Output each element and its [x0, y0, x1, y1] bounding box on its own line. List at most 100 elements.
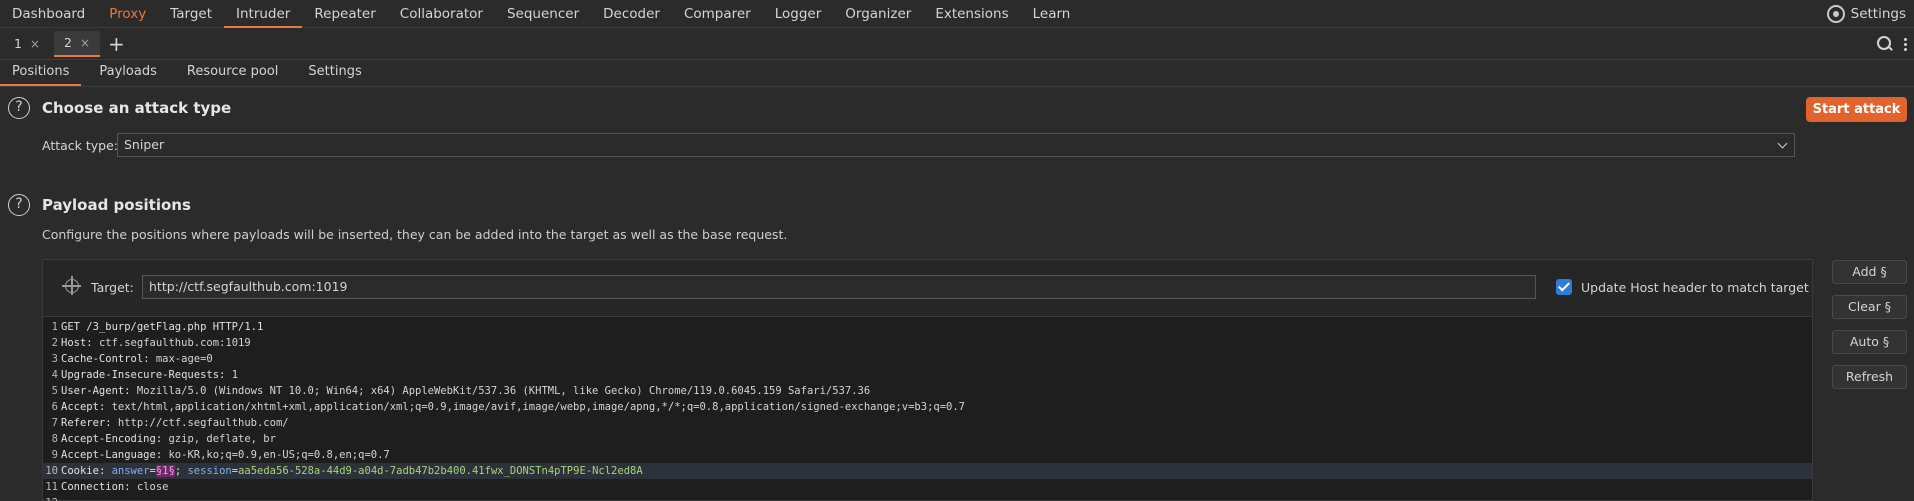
crosshair-icon: [62, 276, 81, 295]
code-line: 6 Accept: text/html,application/xhtml+xml…: [43, 399, 1812, 415]
target-label: Target:: [91, 280, 134, 295]
intruder-tab-1[interactable]: 1 ×: [4, 31, 50, 57]
intruder-tab-2[interactable]: 2 ×: [54, 30, 101, 57]
attack-type-label: Attack type:: [42, 138, 119, 153]
request-editor[interactable]: Target: http://ctf.segfaulthub.com:1019 …: [42, 259, 1813, 501]
header-value: ctf.segfaulthub.com:1019: [92, 337, 251, 349]
header-key: Cookie: [61, 465, 99, 477]
code-line: 11 Connection: close: [43, 479, 1812, 495]
start-attack-button[interactable]: Start attack: [1806, 97, 1907, 122]
code-line: 7 Referer: http://ctf.segfaulthub.com/: [43, 415, 1812, 431]
settings-button[interactable]: Settings: [1826, 0, 1906, 28]
code-line: 5 User-Agent: Mozilla/5.0 (Windows NT 10.…: [43, 383, 1812, 399]
payload-positions-description: Configure the positions where payloads w…: [42, 227, 788, 242]
chevron-down-icon: [1777, 138, 1788, 149]
nav-collaborator[interactable]: Collaborator: [388, 0, 495, 28]
header-value: text/html,application/xhtml+xml,applicat…: [105, 401, 965, 413]
nav-logger[interactable]: Logger: [763, 0, 834, 28]
code-line: 2 Host: ctf.segfaulthub.com:1019: [43, 335, 1812, 351]
nav-extensions[interactable]: Extensions: [923, 0, 1020, 28]
tab-positions[interactable]: Positions: [0, 59, 82, 86]
header-value: Mozilla/5.0 (Windows NT 10.0; Win64; x64…: [130, 385, 871, 397]
nav-sequencer[interactable]: Sequencer: [495, 0, 591, 28]
header-value: close: [130, 481, 169, 493]
line-number: 11: [45, 481, 58, 493]
header-key: Upgrade-Insecure-Requests: [61, 369, 220, 381]
header-value: gzip, deflate, br: [162, 433, 276, 445]
gear-icon: [1826, 5, 1845, 23]
code-line: 4 Upgrade-Insecure-Requests: 1: [43, 367, 1812, 383]
nav-target[interactable]: Target: [158, 0, 224, 28]
header-key: Accept-Language: [61, 449, 156, 461]
header-value: http://ctf.segfaulthub.com/: [111, 417, 289, 429]
nav-organizer[interactable]: Organizer: [833, 0, 923, 28]
nav-proxy[interactable]: Proxy: [97, 0, 158, 28]
help-icon[interactable]: ?: [8, 97, 30, 119]
code-line-cookie: 10 Cookie: answer=§1§; session=aa5eda56-…: [43, 463, 1812, 479]
tab-label: 1: [14, 35, 22, 51]
line-number: 5: [51, 385, 58, 397]
add-tab-icon[interactable]: +: [108, 31, 125, 57]
code-line: 3 Cache-Control: max-age=0: [43, 351, 1812, 367]
header-key: User-Agent: [61, 385, 125, 397]
auto-marker-button[interactable]: Auto §: [1832, 330, 1907, 354]
attack-type-select[interactable]: Sniper: [117, 133, 1795, 157]
header-value: ko-KR,ko;q=0.9,en-US;q=0.8,en;q=0.7: [162, 449, 390, 461]
clear-marker-button[interactable]: Clear §: [1832, 295, 1907, 319]
more-options-icon[interactable]: [1904, 37, 1908, 51]
header-key: Connection: [61, 481, 125, 493]
main-nav: Dashboard Proxy Target Intruder Repeater…: [0, 0, 1914, 28]
payload-positions-heading: Payload positions: [42, 196, 191, 214]
line-number: 9: [51, 449, 58, 461]
intruder-tab-row: 1 × 2 × +: [0, 28, 1914, 60]
line-number: 4: [51, 369, 58, 381]
attack-type-heading: Choose an attack type: [42, 99, 232, 117]
target-input[interactable]: http://ctf.segfaulthub.com:1019: [142, 275, 1536, 299]
tab-payloads[interactable]: Payloads: [87, 59, 168, 86]
add-marker-button[interactable]: Add §: [1832, 260, 1907, 284]
header-value: max-age=0: [149, 353, 213, 365]
nav-intruder[interactable]: Intruder: [224, 0, 303, 28]
code-line: 12: [43, 495, 1812, 501]
attack-type-value: Sniper: [124, 137, 165, 152]
header-value: 1: [225, 369, 239, 381]
tab-settings[interactable]: Settings: [296, 59, 373, 86]
line-number: 3: [51, 353, 58, 365]
nav-decoder[interactable]: Decoder: [591, 0, 672, 28]
intruder-subtabs: Positions Payloads Resource pool Setting…: [0, 60, 1914, 87]
line-number: 8: [51, 433, 58, 445]
nav-repeater[interactable]: Repeater: [302, 0, 387, 28]
header-key: Accept: [61, 401, 99, 413]
header-key: Cache-Control: [61, 353, 144, 365]
line-number: 6: [51, 401, 58, 413]
cookie-name: session: [187, 465, 232, 477]
nav-dashboard[interactable]: Dashboard: [0, 0, 97, 28]
nav-comparer[interactable]: Comparer: [672, 0, 763, 28]
target-value: http://ctf.segfaulthub.com:1019: [149, 279, 348, 294]
line-number: 7: [51, 417, 58, 429]
header-key: Referer: [61, 417, 106, 429]
code-line: 1 GET /3_burp/getFlag.php HTTP/1.1: [43, 319, 1812, 335]
line-number: 10: [45, 465, 58, 477]
request-code[interactable]: 1 GET /3_burp/getFlag.php HTTP/1.1 2 Host…: [43, 319, 1812, 501]
code-line: 8 Accept-Encoding: gzip, deflate, br: [43, 431, 1812, 447]
line-number: 12: [43, 495, 61, 501]
close-icon[interactable]: ×: [80, 30, 90, 56]
header-key: Host: [61, 337, 87, 349]
tab-resource-pool[interactable]: Resource pool: [175, 59, 291, 86]
line-number: 1: [51, 321, 58, 333]
cookie-name: answer: [111, 465, 150, 477]
cookie-value: aa5eda56-528a-44d9-a04d-7adb47b2b400.41f…: [238, 465, 643, 477]
nav-learn[interactable]: Learn: [1021, 0, 1083, 28]
search-icon[interactable]: [1876, 36, 1892, 52]
payload-marker[interactable]: §1§: [155, 465, 175, 477]
refresh-button[interactable]: Refresh: [1832, 365, 1907, 389]
header-key: Accept-Encoding: [61, 433, 156, 445]
line-number: 2: [51, 337, 58, 349]
update-host-checkbox[interactable]: [1556, 279, 1572, 295]
close-icon[interactable]: ×: [30, 31, 40, 57]
settings-label: Settings: [1850, 6, 1906, 22]
update-host-label: Update Host header to match target: [1581, 280, 1809, 295]
target-bar: Target: http://ctf.segfaulthub.com:1019 …: [43, 260, 1812, 317]
help-icon[interactable]: ?: [8, 194, 30, 216]
